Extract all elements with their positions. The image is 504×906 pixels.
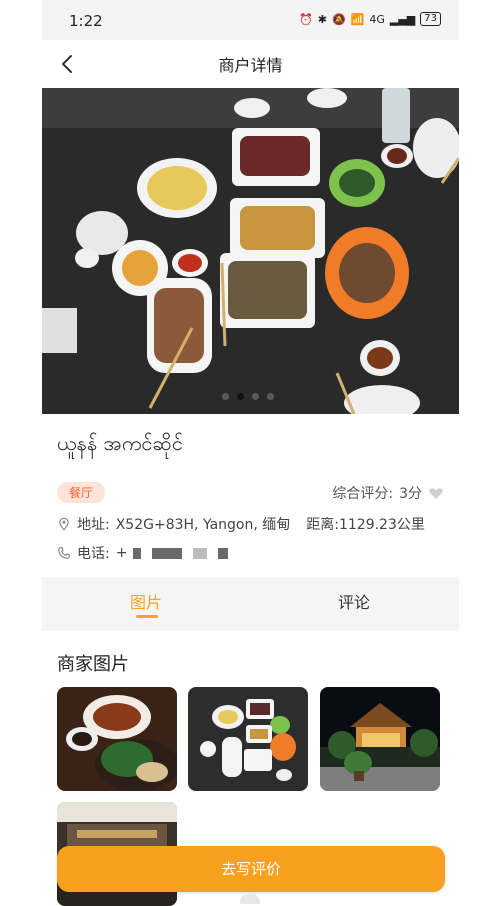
hero-image[interactable] xyxy=(42,88,459,414)
bluetooth-icon: ✱ xyxy=(317,12,327,26)
battery-icon: 73 xyxy=(420,12,441,26)
merchant-name: ယူနန် အကင်ဆိုင် xyxy=(57,431,183,455)
status-icons: ⏰ ✱ 🔕 📶 4G ▂▄▆ 73 xyxy=(299,12,441,26)
rating-value: 3分 xyxy=(399,486,422,502)
redacted-block xyxy=(193,547,208,559)
distance: 距离:1129.23公里 xyxy=(306,517,425,533)
tab-photos[interactable]: 图片 xyxy=(130,589,162,613)
mute-icon: 🔕 xyxy=(331,12,346,26)
wifi-icon: 📶 xyxy=(350,12,365,26)
location-pin-icon xyxy=(59,517,69,531)
nav-bar: 商户详情 xyxy=(42,40,459,88)
address-row: 地址: X52G+83H, Yangon, 缅甸 距离:1129.23公里 xyxy=(57,514,425,534)
phone-value[interactable]: + xyxy=(116,545,128,561)
phone-label: 电话: xyxy=(77,546,110,562)
write-review-button[interactable]: 去写评价 xyxy=(57,846,445,892)
rating-summary: 综合评分: 3分 xyxy=(332,483,444,503)
rating-label: 综合评分: xyxy=(332,486,394,502)
app-screen: 1:22 ⏰ ✱ 🔕 📶 4G ▂▄▆ 73 商户详情 ယူနန် အကင်ဆိ… xyxy=(42,0,459,906)
gallery-photo[interactable] xyxy=(57,687,177,791)
tab-bar: 图片 评论 xyxy=(42,577,459,631)
carousel-indicator xyxy=(222,393,274,400)
active-tab-indicator xyxy=(136,615,158,618)
status-bar: 1:22 ⏰ ✱ 🔕 📶 4G ▂▄▆ 73 xyxy=(42,0,459,40)
category-badge: 餐厅 xyxy=(57,482,106,503)
restaurant-exterior-photo xyxy=(320,687,440,791)
page-title: 商户详情 xyxy=(218,56,283,75)
left-margin xyxy=(0,0,42,906)
alarm-icon: ⏰ xyxy=(299,12,313,26)
address-label: 地址: xyxy=(77,517,110,533)
heart-icon[interactable] xyxy=(428,485,444,501)
address-value[interactable]: X52G+83H, Yangon, 缅甸 xyxy=(116,514,291,534)
redacted-block xyxy=(133,547,142,559)
redacted-block xyxy=(218,547,229,559)
right-margin xyxy=(462,0,504,906)
food-table-photo xyxy=(42,88,459,414)
food-photo-1 xyxy=(57,687,177,791)
tab-reviews[interactable]: 评论 xyxy=(338,589,370,613)
carousel-dot[interactable] xyxy=(252,393,259,400)
gallery-photo[interactable] xyxy=(320,687,440,791)
redacted-block xyxy=(152,547,183,559)
gallery-photo[interactable] xyxy=(188,687,308,791)
carousel-dot-active[interactable] xyxy=(237,393,244,400)
status-time: 1:22 xyxy=(69,12,103,30)
phone-row[interactable]: 电话: + xyxy=(57,543,233,563)
phone-icon xyxy=(58,547,70,559)
food-photo-2 xyxy=(188,687,308,791)
carousel-dot[interactable] xyxy=(267,393,274,400)
drawer-handle[interactable] xyxy=(240,894,260,904)
carousel-dot[interactable] xyxy=(222,393,229,400)
signal-icon: ▂▄▆ xyxy=(389,12,416,26)
network-type: 4G xyxy=(369,12,385,26)
gallery-title: 商家图片 xyxy=(57,654,129,675)
